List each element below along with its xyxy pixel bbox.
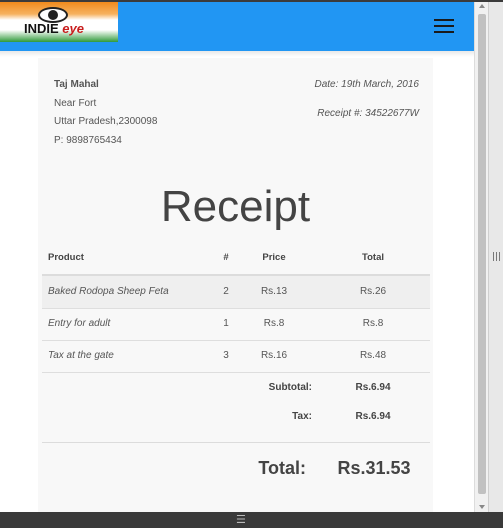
subtotal-label: Subtotal: [268,382,312,393]
item-total: Rs.26 [359,286,387,297]
scrollbar-thumb[interactable] [478,14,486,494]
item-price: Rs.16 [260,350,288,361]
receipt-date: Date: 19th March, 2016 [314,79,419,90]
column-header-qty: # [223,252,229,263]
logo-sub-text: eye [62,21,84,36]
store-address: Taj Mahal Near Fort Uttar Pradesh,230009… [54,76,157,150]
item-qty: 2 [223,286,229,297]
receipt-title: Receipt [160,182,311,231]
item-product: Tax at the gate [48,350,114,361]
bottom-grip-icon[interactable]: ☰ [236,513,246,526]
logo-text: INDIE eye [24,21,84,36]
column-header-product: Product [48,252,84,263]
item-qty: 3 [223,350,229,361]
app-viewport: INDIE eye Taj Mahal Near Fort Uttar Prad… [0,2,474,512]
resize-grip-icon[interactable]: ||| [492,252,501,262]
logo-main-text: INDIE [24,21,59,36]
receipt-meta: Date: 19th March, 2016 Receipt #: 345226… [314,76,419,123]
store-phone: P: 9898765434 [54,134,122,146]
address-line-2: Uttar Pradesh,2300098 [54,116,158,127]
tax-label: Tax: [292,411,312,422]
item-qty: 1 [223,318,229,329]
receipt-card: Taj Mahal Near Fort Uttar Pradesh,230009… [38,58,433,512]
scroll-up-arrow-icon[interactable] [479,4,485,8]
bottom-resize-bar[interactable]: ☰ [0,512,503,528]
scroll-down-arrow-icon[interactable] [479,505,485,509]
subtotal-value: Rs.6.94 [355,382,391,393]
table-row: Tax at the gate 3 Rs.16 Rs.48 [42,340,430,373]
top-navbar: INDIE eye [0,2,474,51]
grand-total-value: Rs.31.53 [337,458,411,478]
item-product: Baked Rodopa Sheep Feta [48,286,169,297]
total-divider [42,442,430,443]
table-row: Entry for adult 1 Rs.8 Rs.8 [42,308,430,341]
grand-total-label: Total: [258,458,306,478]
column-header-price: Price [262,252,286,263]
item-total: Rs.8 [362,318,384,329]
hamburger-menu-icon[interactable] [434,19,454,35]
item-price: Rs.13 [260,286,288,297]
vertical-scrollbar[interactable] [474,2,489,512]
receipt-number: Receipt #: 34522677W [317,107,419,119]
store-name: Taj Mahal [54,79,99,90]
table-row: Baked Rodopa Sheep Feta 2 Rs.13 Rs.26 [42,276,430,309]
item-total: Rs.48 [359,350,387,361]
address-line-1: Near Fort [54,97,97,109]
item-price: Rs.8 [263,318,285,329]
item-product: Entry for adult [48,318,111,329]
column-header-total: Total [362,252,384,263]
tax-value: Rs.6.94 [355,411,391,422]
navbar-shadow [0,51,474,57]
indie-eye-logo[interactable]: INDIE eye [0,2,118,42]
side-resize-panel[interactable]: ||| [488,2,503,512]
